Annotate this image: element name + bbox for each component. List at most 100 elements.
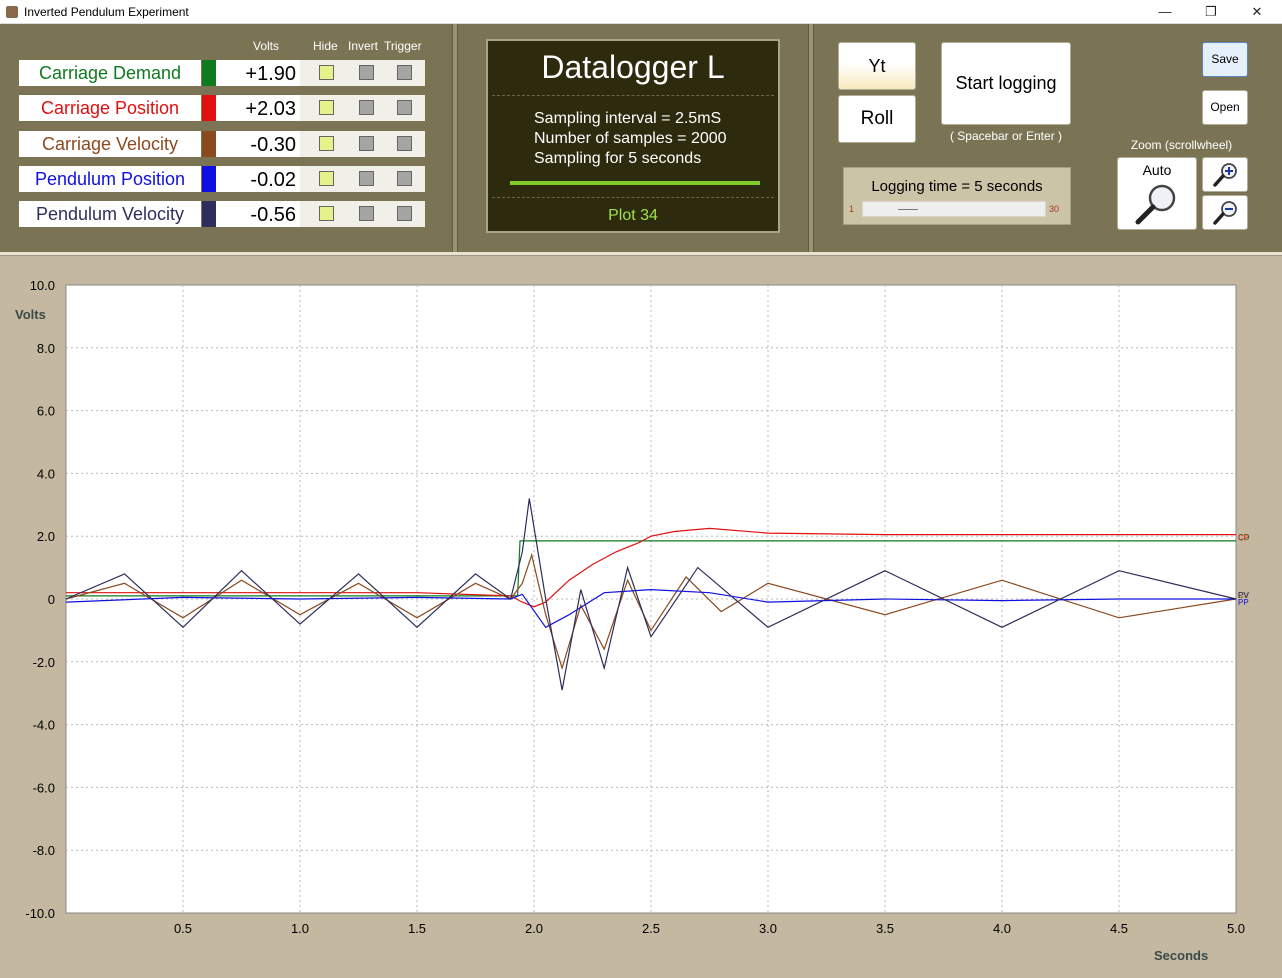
y-tick-label: -8.0: [33, 843, 55, 858]
trigger-checkbox[interactable]: [397, 100, 412, 115]
auto-zoom-button[interactable]: Auto: [1117, 157, 1197, 230]
hide-checkbox[interactable]: [319, 136, 334, 151]
x-tick-label: 1.0: [291, 921, 309, 936]
invert-checkbox[interactable]: [359, 136, 374, 151]
channel-options: [300, 166, 425, 192]
trigger-checkbox[interactable]: [397, 65, 412, 80]
invert-checkbox[interactable]: [359, 171, 374, 186]
panel-separator: [808, 24, 814, 252]
channel-color-swatch: [202, 166, 216, 192]
channel-value: +1.90: [216, 60, 300, 86]
y-tick-label: 10.0: [30, 278, 55, 293]
title-bar: Inverted Pendulum Experiment — ❐ ✕: [0, 0, 1282, 24]
trigger-column-header: Trigger: [384, 39, 422, 53]
sample-count-text: Number of samples = 2000: [534, 130, 727, 147]
logging-time-max: 30: [1049, 204, 1060, 214]
auto-zoom-label: Auto: [1142, 162, 1172, 178]
datalogger-display: Datalogger L Sampling interval = 2.5mS N…: [486, 39, 780, 233]
channel-row-pendulum-velocity: Pendulum Velocity -0.56: [19, 201, 425, 227]
window-title: Inverted Pendulum Experiment: [24, 5, 189, 19]
hide-checkbox[interactable]: [319, 171, 334, 186]
slider-thumb[interactable]: [898, 209, 918, 210]
channel-value: -0.30: [216, 131, 300, 157]
trigger-checkbox[interactable]: [397, 136, 412, 151]
channel-color-swatch: [202, 131, 216, 157]
chart: 10.0 8.0 6.0 4.0 2.0 0 -2.0 -4.0 -6.0 -8.0 -10.0 0…: [15, 278, 1250, 963]
x-tick-label: 5.0: [1227, 921, 1245, 936]
maximize-button[interactable]: ❐: [1188, 0, 1234, 24]
channel-options: [300, 95, 425, 121]
channel-value: -0.56: [216, 201, 300, 227]
channel-name: Carriage Position: [19, 95, 201, 121]
close-button[interactable]: ✕: [1234, 0, 1280, 24]
trigger-checkbox[interactable]: [397, 206, 412, 221]
yt-mode-button[interactable]: Yt: [838, 42, 916, 90]
channel-color-swatch: [202, 60, 216, 86]
y-tick-label: 8.0: [37, 341, 55, 356]
logging-time-panel: Logging time = 5 seconds 1 30: [843, 167, 1071, 225]
zoom-out-button[interactable]: [1202, 195, 1248, 230]
hide-column-header: Hide: [313, 39, 338, 53]
divider: [492, 197, 774, 198]
zoom-label: Zoom (scrollwheel): [1130, 138, 1233, 152]
sampling-interval-text: Sampling interval = 2.5mS: [534, 110, 722, 127]
invert-checkbox[interactable]: [359, 65, 374, 80]
channel-value: -0.02: [216, 166, 300, 192]
start-logging-button[interactable]: Start logging: [941, 42, 1071, 125]
logging-time-label: Logging time = 5 seconds: [871, 178, 1043, 195]
logging-time-slider[interactable]: [862, 201, 1046, 217]
channel-row-carriage-velocity: Carriage Velocity -0.30: [19, 131, 425, 157]
trigger-checkbox[interactable]: [397, 171, 412, 186]
zoom-in-button[interactable]: [1202, 157, 1248, 192]
y-tick-label: 6.0: [37, 404, 55, 419]
invert-checkbox[interactable]: [359, 206, 374, 221]
y-tick-label: -2.0: [33, 655, 55, 670]
hide-checkbox[interactable]: [319, 65, 334, 80]
y-tick-label: 0: [48, 592, 55, 607]
y-tick-labels: 10.0 8.0 6.0 4.0 2.0 0 -2.0 -4.0 -6.0 -8.0 -10.0: [25, 278, 55, 921]
x-tick-label: 3.5: [876, 921, 894, 936]
channel-color-swatch: [202, 95, 216, 121]
channel-name: Carriage Demand: [19, 60, 201, 86]
start-logging-hint: ( Spacebar or Enter ): [949, 129, 1063, 143]
sampling-duration-text: Sampling for 5 seconds: [534, 150, 702, 167]
y-tick-label: -4.0: [33, 718, 55, 733]
divider: [492, 95, 774, 96]
channel-row-carriage-demand: Carriage Demand +1.90: [19, 60, 425, 86]
save-button[interactable]: Save: [1202, 42, 1248, 77]
x-tick-label: 1.5: [408, 921, 426, 936]
x-tick-label: 2.5: [642, 921, 660, 936]
zoom-out-icon: [1213, 201, 1237, 225]
plot-number: Plot 34: [608, 207, 658, 224]
hide-checkbox[interactable]: [319, 206, 334, 221]
open-button[interactable]: Open: [1202, 90, 1248, 125]
channel-name: Pendulum Velocity: [19, 201, 201, 227]
channel-row-carriage-position: Carriage Position +2.03: [19, 95, 425, 121]
hide-checkbox[interactable]: [319, 100, 334, 115]
datalogger-title: Datalogger L: [541, 49, 725, 85]
invert-checkbox[interactable]: [359, 100, 374, 115]
x-axis-label: Seconds: [1154, 948, 1208, 963]
channel-options: [300, 201, 425, 227]
channel-options: [300, 60, 425, 86]
x-tick-label: 4.0: [993, 921, 1011, 936]
y-axis-label: Volts: [15, 307, 46, 322]
series-end-labels: CDCPCVPPPV: [1238, 533, 1250, 607]
roll-mode-button[interactable]: Roll: [838, 95, 916, 143]
zoom-in-icon: [1213, 163, 1237, 187]
y-tick-label: 4.0: [37, 466, 55, 481]
x-tick-label: 0.5: [174, 921, 192, 936]
minimize-button[interactable]: —: [1142, 0, 1188, 24]
x-tick-label: 2.0: [525, 921, 543, 936]
x-tick-label: 3.0: [759, 921, 777, 936]
channel-row-pendulum-position: Pendulum Position -0.02: [19, 166, 425, 192]
invert-column-header: Invert: [348, 39, 379, 53]
channel-options: [300, 131, 425, 157]
y-tick-label: -6.0: [33, 780, 55, 795]
y-tick-label: -10.0: [25, 906, 55, 921]
logging-time-min: 1: [849, 204, 855, 214]
magnifier-icon: [1135, 184, 1176, 225]
control-panel: Volts Hide Invert Trigger Carriage Deman…: [0, 24, 1282, 252]
x-tick-label: 4.5: [1110, 921, 1128, 936]
channel-name: Carriage Velocity: [19, 131, 201, 157]
